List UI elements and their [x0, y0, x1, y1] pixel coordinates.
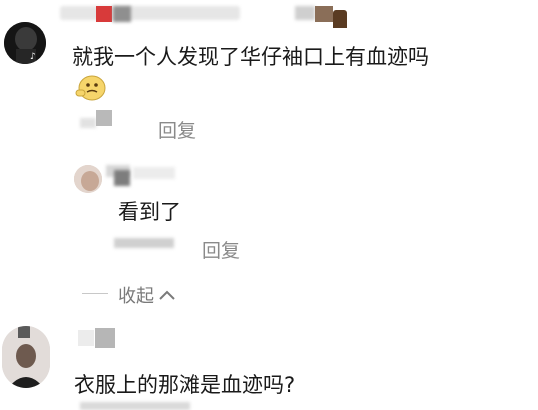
reply-username-obscured	[133, 167, 175, 179]
username-obscured	[78, 330, 94, 346]
chevron-up-icon	[159, 290, 175, 300]
timestamp-obscured	[80, 402, 190, 410]
reply-button[interactable]: 回复	[158, 116, 196, 143]
username-obscured	[95, 328, 115, 348]
reply-text: 看到了	[118, 200, 181, 224]
collapse-button[interactable]: 收起	[118, 282, 177, 308]
level-badge	[96, 6, 112, 22]
username-obscured	[60, 6, 240, 20]
reply-avatar-image	[74, 165, 102, 193]
avatar-image	[2, 326, 50, 388]
badge-obscured	[295, 6, 315, 20]
reply-timestamp-obscured	[114, 238, 174, 248]
timestamp-obscured	[80, 118, 96, 128]
comment-text: 衣服上的那滩是血迹吗?	[74, 373, 296, 397]
thinking-face-emoji	[74, 74, 106, 102]
collapse-label: 收起	[118, 286, 154, 307]
reply-avatar[interactable]	[74, 165, 102, 193]
badge-obscured	[113, 6, 131, 22]
author-icon	[333, 10, 347, 28]
badge-obscured	[315, 6, 333, 22]
avatar[interactable]	[2, 326, 50, 388]
comment-text: 就我一个人发现了华仔袖口上有血迹吗	[72, 45, 429, 69]
reply-username-obscured	[114, 170, 130, 186]
collapse-divider	[82, 293, 108, 294]
tiktok-icon: ♪	[30, 52, 36, 62]
reply-button[interactable]: 回复	[202, 236, 240, 263]
timestamp-obscured	[96, 110, 112, 126]
